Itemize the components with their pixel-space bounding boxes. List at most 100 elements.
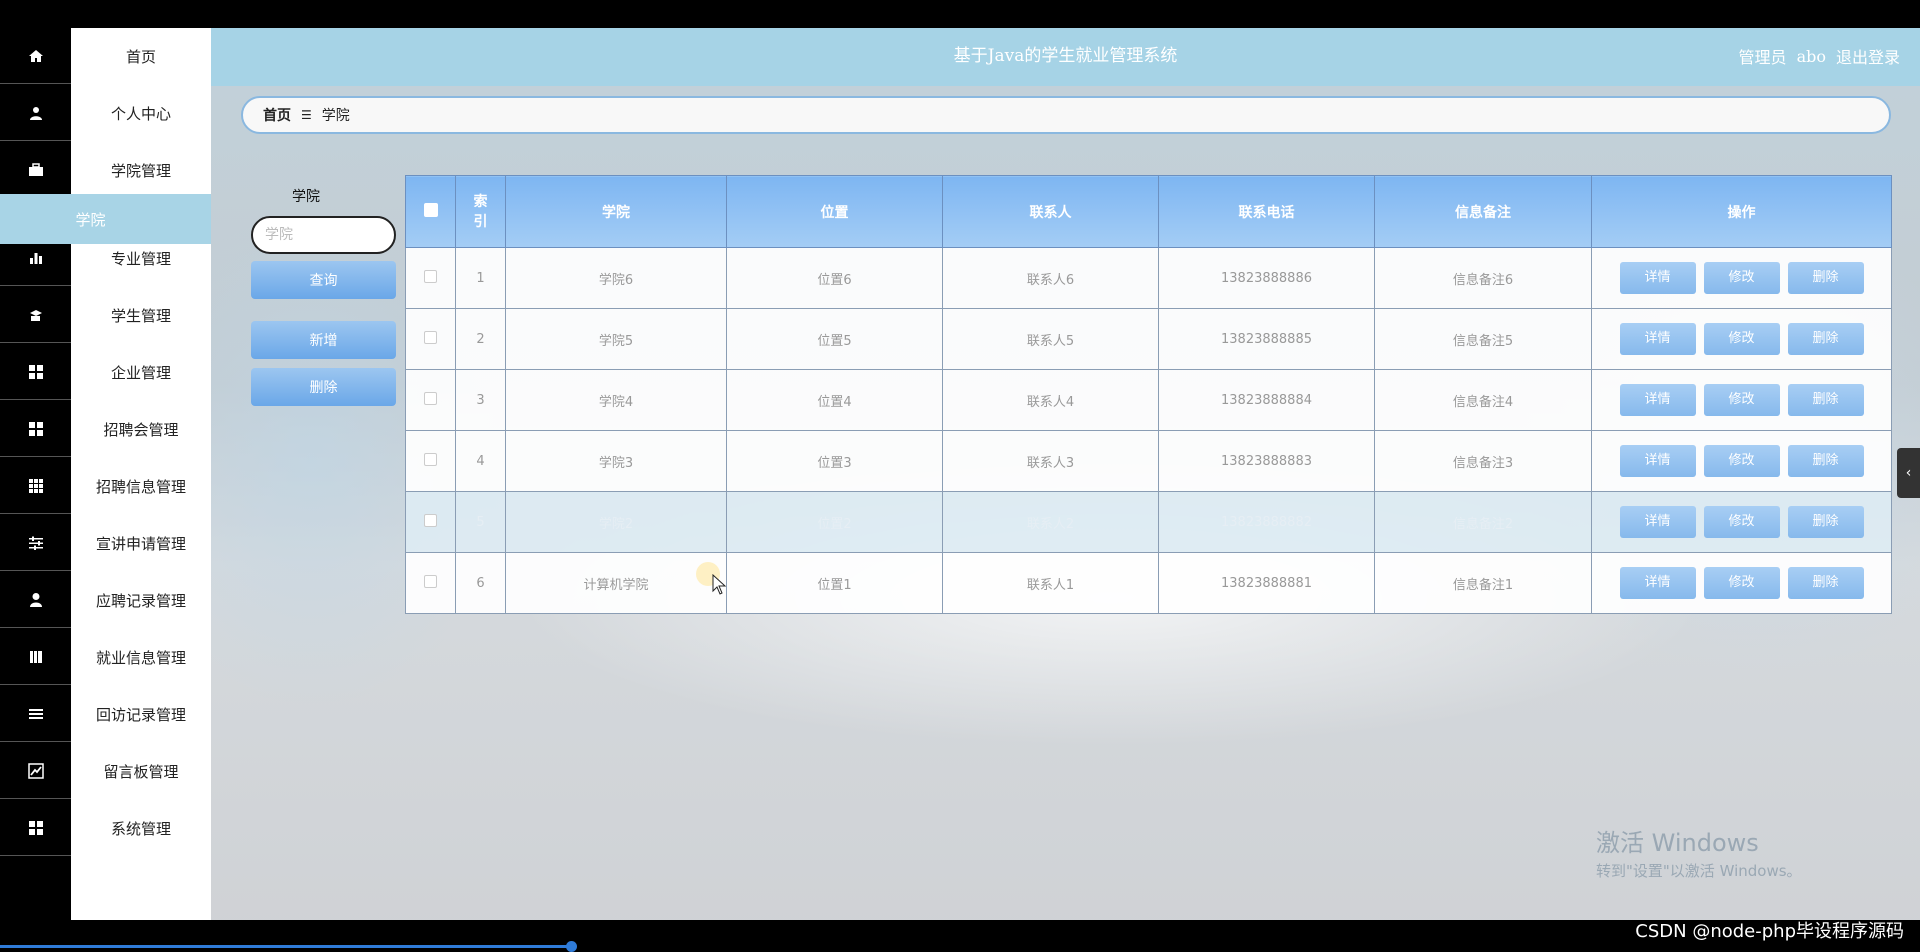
detail-button[interactable]: 详情 [1619, 262, 1696, 294]
cell-index: 1 [455, 247, 506, 309]
sidebar-item-label: 招聘会管理 [103, 420, 179, 439]
detail-button[interactable]: 详情 [1619, 384, 1696, 416]
grid-icon [0, 344, 71, 400]
edit-button[interactable]: 修改 [1703, 262, 1780, 294]
cell-phone: 13823888885 [1158, 308, 1375, 370]
cell-phone: 13823888884 [1158, 369, 1375, 431]
batch-delete-button[interactable]: 删除 [251, 368, 396, 406]
cell-actions: 详情 修改 删除 [1591, 430, 1892, 492]
logout-link[interactable]: 退出登录 [1836, 44, 1900, 68]
sidebar-item-label: 学院管理 [110, 161, 171, 180]
app-title: 基于Java的学生就业管理系统 [953, 46, 1178, 66]
collapse-panel-button[interactable]: ‹ [1897, 448, 1920, 498]
query-button[interactable]: 查询 [251, 261, 396, 299]
row-checkbox[interactable] [424, 269, 437, 283]
search-label: 学院 [292, 189, 320, 205]
edit-button[interactable]: 修改 [1703, 506, 1780, 538]
table-row[interactable]: 1 学院6 位置6 联系人6 13823888886 信息备注6 详情 修改 删除 [405, 247, 1892, 309]
detail-button[interactable]: 详情 [1619, 506, 1696, 538]
table-row[interactable]: 4 学院3 位置3 联系人3 13823888883 信息备注3 详情 修改 删除 [405, 430, 1892, 492]
sidebar-item[interactable]: 首页 [0, 28, 211, 85]
row-checkbox[interactable] [424, 513, 437, 527]
delete-button[interactable]: 删除 [1787, 506, 1864, 538]
detail-button[interactable]: 详情 [1619, 445, 1696, 477]
table-icon [0, 458, 71, 514]
cell-actions: 详情 修改 删除 [1591, 247, 1892, 309]
sidebar-item[interactable]: 系统管理 [0, 800, 211, 857]
book-icon [0, 629, 71, 685]
cell-note: 信息备注3 [1374, 430, 1592, 492]
column-header-phone: 联系电话 [1158, 175, 1375, 248]
sidebar-subitem-label: 学院 [75, 210, 106, 229]
app-window: 首页 个人中心 学院管理 专业管理 学生管理 企业管理 招聘会管理 招聘信息管理 宣讲申请管理应… [0, 28, 1920, 920]
sidebar-item-label: 企业管理 [110, 363, 171, 382]
college-table: 索引 学院 位置 联系人 联系电话 信息备注 操作 1 学院6 位置6 联系人6 138… [405, 175, 1892, 615]
list-icon [0, 686, 71, 742]
cell-phone: 13823888882 [1158, 491, 1375, 553]
detail-button[interactable]: 详情 [1619, 567, 1696, 599]
user-area: 管理员 abo 退出登录 [1739, 28, 1900, 84]
sidebar-item-label: 首页 [125, 47, 156, 66]
table-row[interactable]: 6 计算机学院 位置1 联系人1 13823888881 信息备注1 详情 修改 删除 [405, 552, 1892, 614]
row-checkbox[interactable] [424, 330, 437, 344]
screen: 首页 个人中心 学院管理 专业管理 学生管理 企业管理 招聘会管理 招聘信息管理 宣讲申请管理应… [0, 0, 1920, 952]
delete-button[interactable]: 删除 [1787, 567, 1864, 599]
delete-button[interactable]: 删除 [1787, 262, 1864, 294]
cell-index: 5 [455, 491, 506, 553]
delete-button[interactable]: 删除 [1787, 323, 1864, 355]
sidebar-item[interactable]: 招聘会管理 [0, 401, 211, 458]
video-progress-handle[interactable] [566, 941, 577, 952]
select-all-checkbox[interactable] [423, 202, 438, 217]
sidebar-item[interactable]: 招聘信息管理 [0, 458, 211, 515]
breadcrumb-current: 学院 [321, 108, 350, 124]
row-checkbox[interactable] [424, 452, 437, 466]
grid-icon [0, 401, 71, 457]
add-button[interactable]: 新增 [251, 321, 396, 359]
username: abo [1796, 46, 1826, 66]
activate-hint: 转到"设置"以激活 Windows。 [1596, 862, 1802, 880]
sidebar-item[interactable]: 个人中心 [0, 85, 211, 142]
sidebar-item-label: 学生管理 [110, 306, 171, 325]
cell-contact: 联系人5 [942, 308, 1159, 370]
cell-note: 信息备注2 [1374, 491, 1592, 553]
cell-index: 3 [455, 369, 506, 431]
sidebar-item[interactable]: 学生管理 [0, 287, 211, 344]
sidebar-item[interactable]: 学院管理 [0, 142, 211, 199]
table-row[interactable]: 5 学院2 位置2 联系人2 13823888882 信息备注2 详情 修改 删除 [405, 491, 1892, 553]
sidebar-item[interactable]: 回访记录管理 [0, 686, 211, 743]
cell-location: 位置6 [726, 247, 943, 309]
video-progress-bar[interactable] [0, 945, 572, 948]
breadcrumb-home[interactable]: 首页 [263, 105, 291, 125]
sidebar-item[interactable]: 企业管理 [0, 344, 211, 401]
search-input[interactable] [251, 216, 396, 254]
grid-icon [0, 800, 71, 856]
cell-note: 信息备注6 [1374, 247, 1592, 309]
edit-button[interactable]: 修改 [1703, 384, 1780, 416]
delete-button[interactable]: 删除 [1787, 445, 1864, 477]
column-header-actions: 操作 [1591, 175, 1892, 248]
sidebar-item-label: 个人中心 [110, 104, 171, 123]
sidebar-item[interactable]: 就业信息管理 [0, 629, 211, 686]
table-row[interactable]: 2 学院5 位置5 联系人5 13823888885 信息备注5 详情 修改 删除 [405, 308, 1892, 370]
sidebar-item-label: 宣讲申请管理 [95, 534, 186, 553]
sidebar-item[interactable]: 宣讲申请管理 [0, 515, 211, 572]
row-checkbox[interactable] [424, 574, 437, 588]
sidebar-item[interactable]: 留言板管理 [0, 743, 211, 800]
sidebar-subitem-college[interactable]: 学院 [0, 194, 211, 244]
activate-title: 激活 Windows [1596, 829, 1759, 857]
user-icon [0, 85, 71, 141]
row-checkbox[interactable] [424, 391, 437, 405]
sidebar-item-label: 留言板管理 [103, 762, 179, 781]
edit-button[interactable]: 修改 [1703, 567, 1780, 599]
select-all-cell [405, 175, 456, 248]
table-header-row: 索引 学院 位置 联系人 联系电话 信息备注 操作 [405, 175, 1892, 248]
sidebar-item[interactable]: 应聘记录管理 [0, 572, 211, 629]
edit-button[interactable]: 修改 [1703, 323, 1780, 355]
table-row[interactable]: 3 学院4 位置4 联系人4 13823888884 信息备注4 详情 修改 删除 [405, 369, 1892, 431]
cell-college: 学院3 [505, 430, 727, 492]
cell-actions: 详情 修改 删除 [1591, 369, 1892, 431]
edit-button[interactable]: 修改 [1703, 445, 1780, 477]
detail-button[interactable]: 详情 [1619, 323, 1696, 355]
delete-button[interactable]: 删除 [1787, 384, 1864, 416]
home-icon [0, 28, 71, 84]
